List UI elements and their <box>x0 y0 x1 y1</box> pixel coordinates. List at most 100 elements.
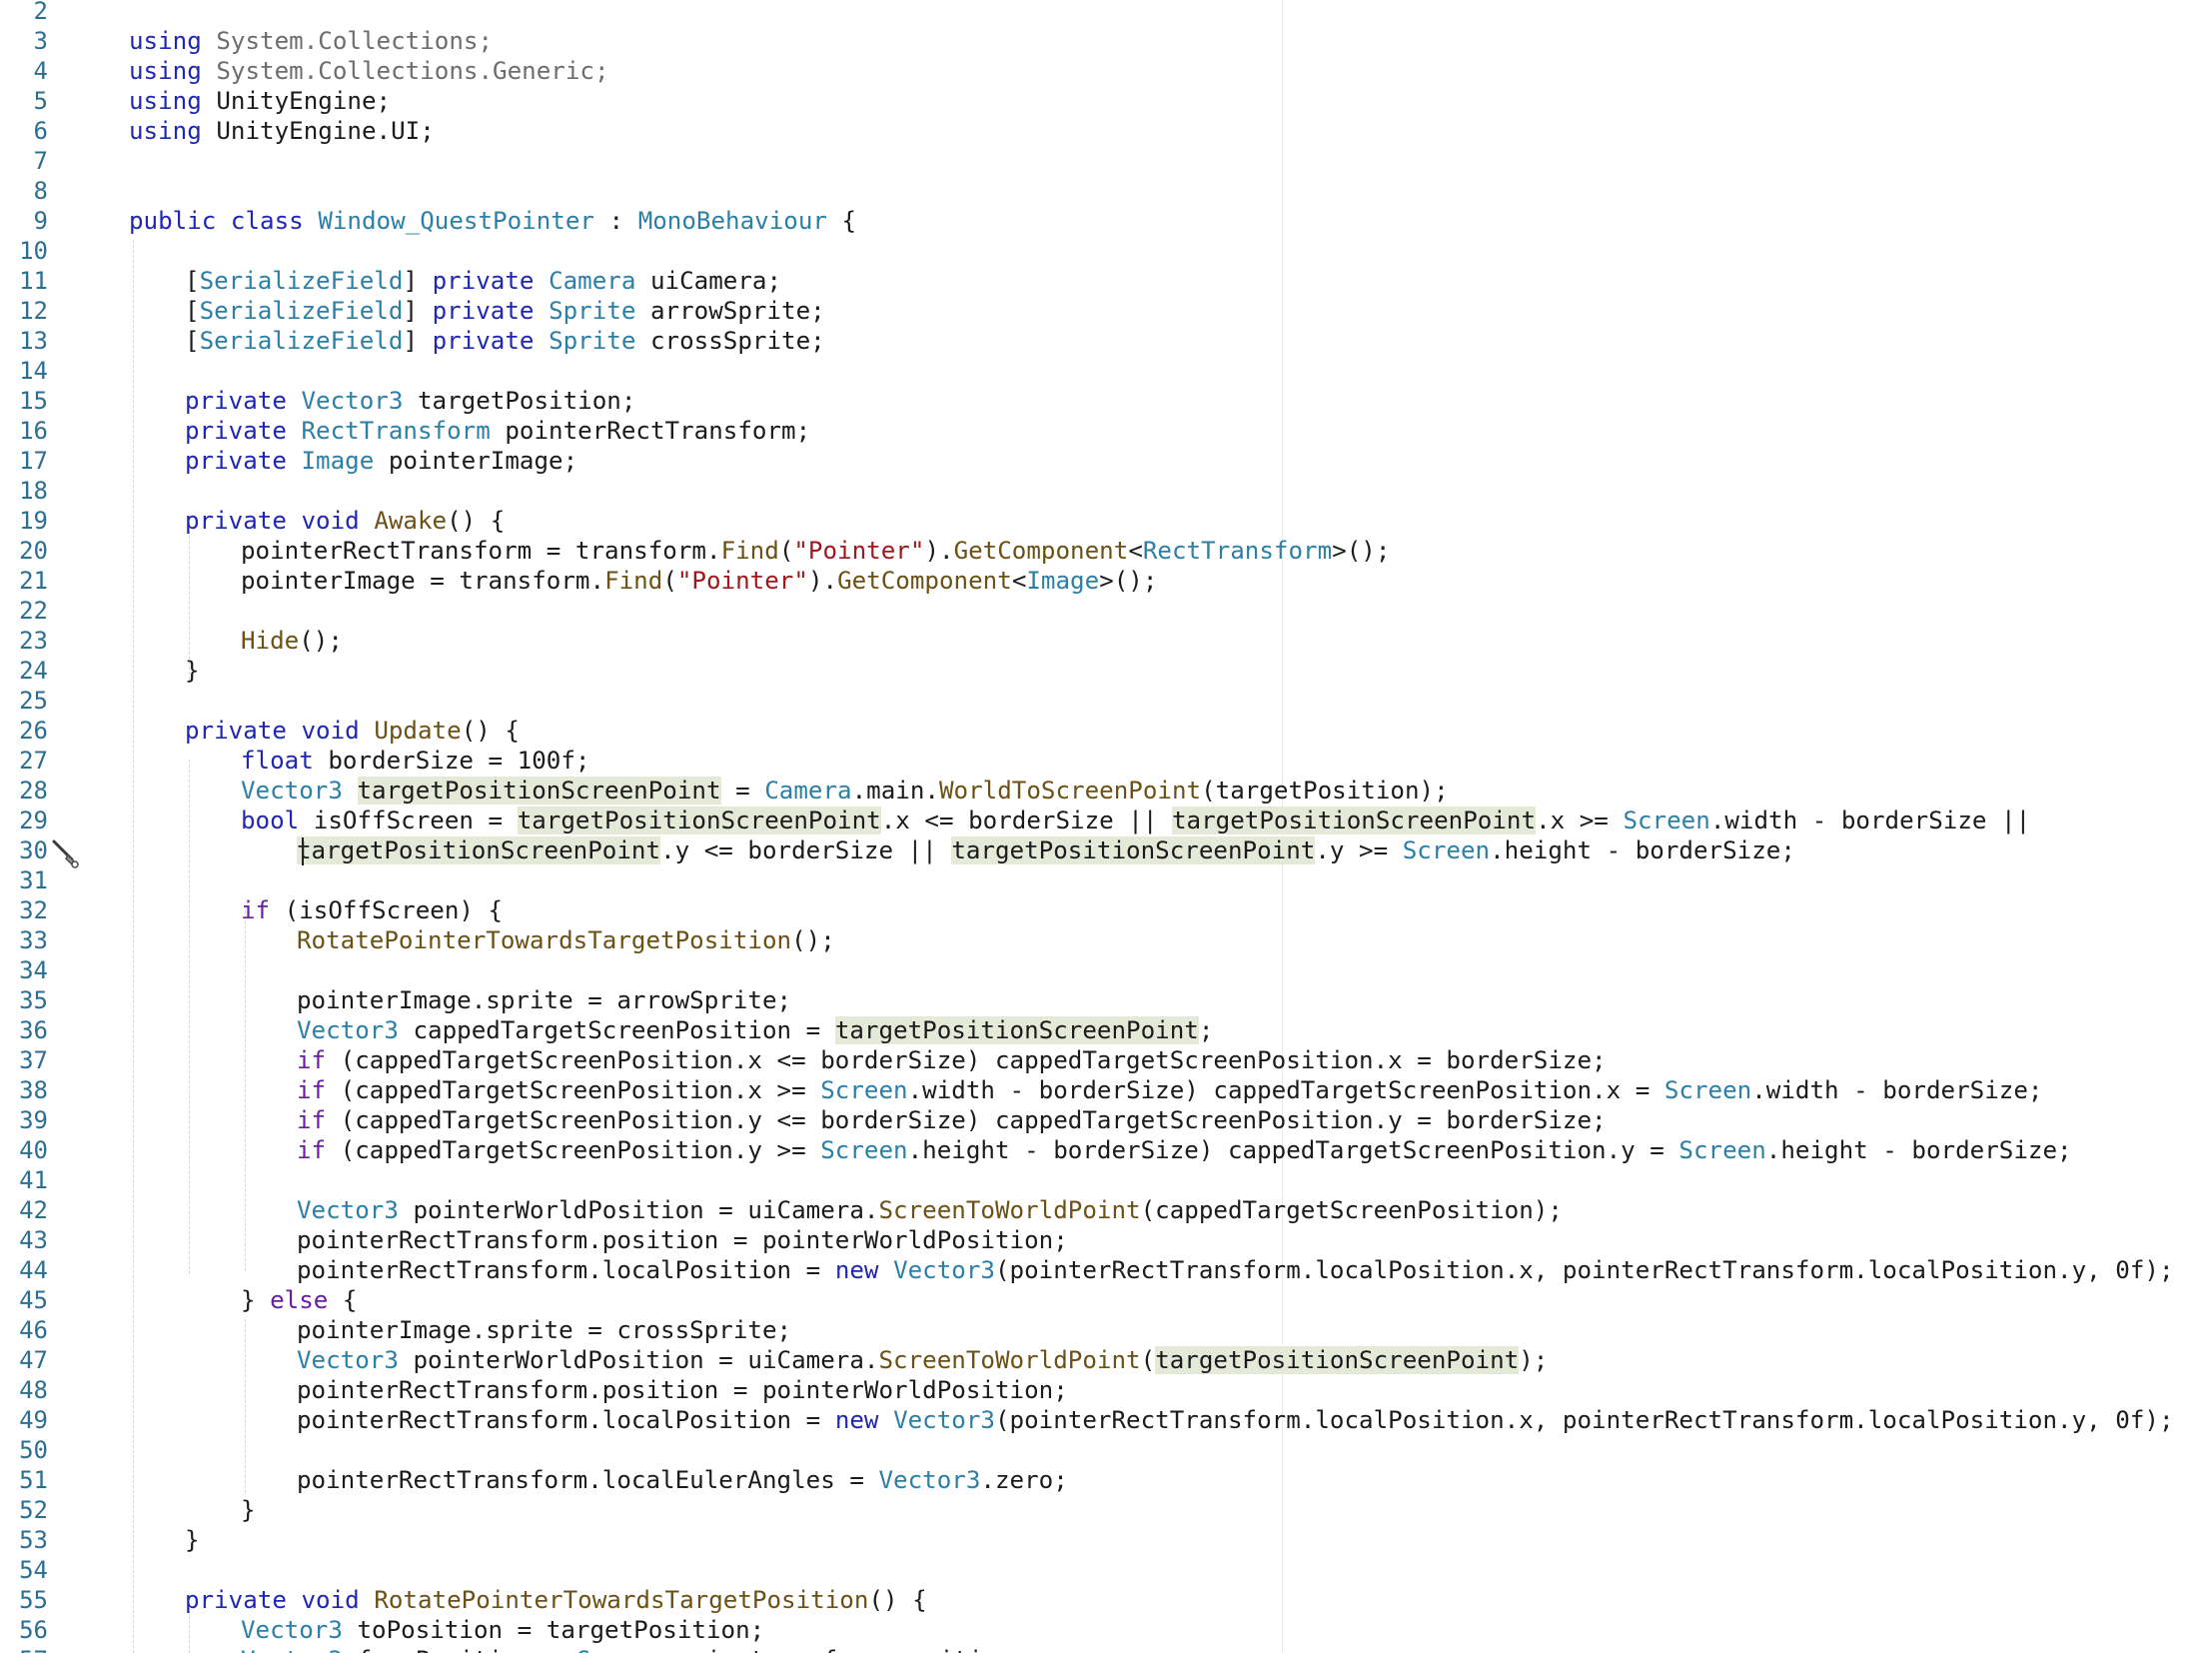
code-line[interactable]: } <box>241 1495 256 1525</box>
keyword-token: private <box>185 447 287 475</box>
code-line[interactable]: pointerRectTransform.localPosition = new… <box>297 1405 2174 1435</box>
code-line[interactable]: private void RotatePointerTowardsTargetP… <box>185 1585 927 1615</box>
control-keyword-token: else <box>270 1286 329 1314</box>
code-line[interactable]: using UnityEngine.UI; <box>129 116 435 146</box>
method-token: ScreenToWorldPoint <box>878 1346 1141 1374</box>
code-token: .width - borderSize) cappedTargetScreenP… <box>907 1076 1664 1104</box>
code-line[interactable]: using System.Collections; <box>129 26 493 56</box>
code-line[interactable]: pointerRectTransform.position = pointerW… <box>297 1225 1068 1255</box>
code-token: (pointerRectTransform.localPosition.x, p… <box>995 1256 2174 1284</box>
code-token: ] <box>403 267 433 295</box>
code-token: [ <box>185 267 200 295</box>
code-line[interactable]: } <box>185 656 200 686</box>
method-token: RotatePointerTowardsTargetPosition <box>374 1586 869 1614</box>
namespace-token: System.Collections; <box>216 27 494 55</box>
code-line[interactable]: float borderSize = 100f; <box>241 746 590 776</box>
type-token: Screen <box>1663 1076 1752 1104</box>
code-token: ; <box>1198 1016 1214 1044</box>
code-token: arrowSprite; <box>635 297 825 325</box>
keyword-token: private <box>432 327 535 355</box>
string-token: "Pointer" <box>676 567 808 595</box>
code-token: { <box>328 1286 358 1314</box>
code-line[interactable]: Vector3 cappedTargetScreenPosition = tar… <box>297 1015 1213 1045</box>
keyword-token: float <box>241 747 314 775</box>
code-token: .height - borderSize; <box>1490 836 1795 864</box>
code-line[interactable]: bool isOffScreen = targetPositionScreenP… <box>241 806 2030 835</box>
code-line[interactable]: targetPositionScreenPoint.y <= borderSiz… <box>297 835 1795 865</box>
type-token: Window_QuestPointer <box>318 207 594 235</box>
method-token: RotatePointerTowardsTargetPosition <box>297 926 792 954</box>
type-token: Camera <box>764 777 852 805</box>
code-line[interactable]: [SerializeField] private Sprite crossSpr… <box>185 326 825 356</box>
code-line[interactable]: pointerRectTransform.localPosition = new… <box>297 1255 2174 1285</box>
code-token: (); <box>299 627 343 655</box>
code-line[interactable]: [SerializeField] private Camera uiCamera… <box>185 266 781 296</box>
code-token: < <box>1011 567 1027 595</box>
code-token: fromPosition = <box>343 1646 575 1653</box>
code-line[interactable]: Hide(); <box>241 626 343 656</box>
code-line[interactable]: RotatePointerTowardsTargetPosition(); <box>297 925 835 955</box>
code-line[interactable]: if (cappedTargetScreenPosition.y <= bord… <box>297 1105 1607 1135</box>
code-token: isOffScreen = <box>299 807 518 834</box>
code-token: crossSprite; <box>635 327 825 355</box>
code-line[interactable]: } <box>185 1525 200 1555</box>
code-line[interactable]: pointerImage.sprite = crossSprite; <box>297 1315 791 1345</box>
code-line[interactable]: pointerImage = transform.Find("Pointer")… <box>241 566 1157 596</box>
code-line[interactable]: Vector3 pointerWorldPosition = uiCamera.… <box>297 1345 1548 1375</box>
code-line[interactable]: Vector3 pointerWorldPosition = uiCamera.… <box>297 1195 1563 1225</box>
code-line[interactable]: private RectTransform pointerRectTransfo… <box>185 416 810 446</box>
code-token: toPosition = targetPosition; <box>342 1616 765 1644</box>
code-line[interactable]: if (cappedTargetScreenPosition.y >= Scre… <box>297 1135 2072 1165</box>
code-token: .main.transform.position; <box>662 1646 1026 1653</box>
keyword-token: using <box>129 87 202 115</box>
highlighted-symbol-token: targetPositionScreenPoint <box>517 807 881 834</box>
code-line[interactable]: private Image pointerImage; <box>185 446 577 476</box>
code-token: (cappedTargetScreenPosition.x >= <box>326 1076 821 1104</box>
highlighted-symbol-token: targetPositionScreenPoint <box>357 777 721 805</box>
highlighted-symbol-token: targetPositionScreenPoint <box>1172 807 1537 834</box>
code-line[interactable]: pointerImage.sprite = arrowSprite; <box>297 985 791 1015</box>
code-line[interactable]: if (isOffScreen) { <box>241 895 503 925</box>
string-token: "Pointer" <box>793 537 925 565</box>
code-area[interactable]: using System.Collections; using System.Co… <box>0 0 2212 1653</box>
type-token: Vector3 <box>241 1616 343 1644</box>
code-line[interactable]: if (cappedTargetScreenPosition.x >= Scre… <box>297 1075 2042 1105</box>
type-token: Screen <box>1402 836 1491 864</box>
keyword-token: private <box>185 417 287 445</box>
code-token: { <box>827 207 857 235</box>
code-token: () { <box>461 717 520 745</box>
code-editor[interactable]: 2 3 4 5 6 7 8 9 10 11 12 13 14 15 16 17 18 19 20 21 22 23 24 25… <box>0 0 2212 1653</box>
code-token: .width - borderSize || <box>1709 807 2031 834</box>
method-token: ScreenToWorldPoint <box>878 1196 1141 1224</box>
control-keyword-token: if <box>297 1076 327 1104</box>
code-line[interactable]: pointerRectTransform.localEulerAngles = … <box>297 1465 1068 1495</box>
code-line[interactable]: [SerializeField] private Sprite arrowSpr… <box>185 296 825 326</box>
code-line[interactable]: Vector3 fromPosition = Camera.main.trans… <box>241 1645 1026 1653</box>
code-line[interactable]: private Vector3 targetPosition; <box>185 386 635 416</box>
code-line[interactable]: pointerRectTransform.position = pointerW… <box>297 1375 1068 1405</box>
code-line[interactable]: Vector3 toPosition = targetPosition; <box>241 1615 764 1645</box>
code-token: >(); <box>1099 567 1158 595</box>
pencil-edit-icon[interactable] <box>50 839 82 871</box>
code-line[interactable]: using UnityEngine; <box>129 86 391 116</box>
highlighted-symbol-token: targetPositionScreenPoint <box>951 836 1316 864</box>
code-token: borderSize = 100f; <box>313 747 590 775</box>
code-line[interactable]: private void Awake() { <box>185 506 505 536</box>
code-token: ] <box>403 327 433 355</box>
code-token: uiCamera; <box>635 267 782 295</box>
highlighted-symbol-token: targetPositionScreenPoint <box>1155 1346 1520 1374</box>
code-token: .main. <box>851 777 939 805</box>
code-token: (cappedTargetScreenPosition.y >= <box>326 1136 821 1164</box>
code-line[interactable]: public class Window_QuestPointer : MonoB… <box>129 206 856 236</box>
code-line[interactable]: if (cappedTargetScreenPosition.x <= bord… <box>297 1045 1607 1075</box>
code-line[interactable]: using System.Collections.Generic; <box>129 56 609 86</box>
code-line[interactable]: } else { <box>241 1285 358 1315</box>
method-token: Find <box>720 537 779 565</box>
code-line[interactable]: Vector3 targetPositionScreenPoint = Came… <box>241 776 1449 806</box>
code-line[interactable]: private void Update() { <box>185 716 520 746</box>
code-line[interactable]: pointerRectTransform = transform.Find("P… <box>241 536 1390 566</box>
